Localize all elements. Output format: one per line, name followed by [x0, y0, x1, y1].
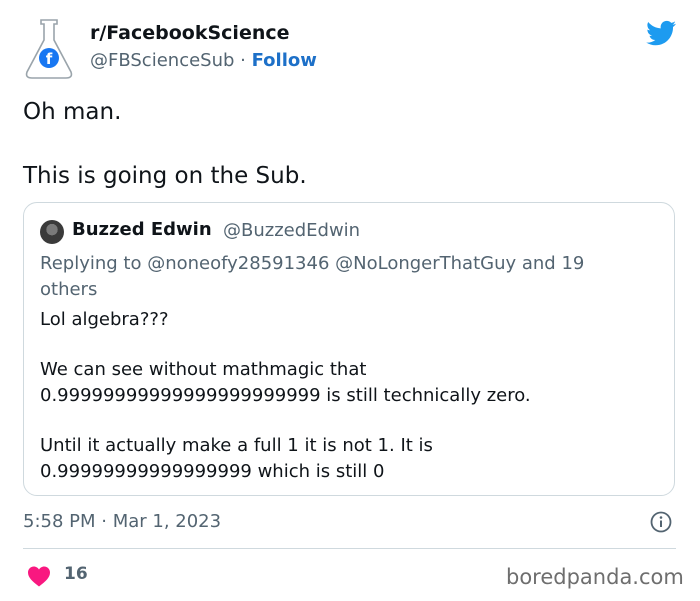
- timestamp[interactable]: 5:58 PM · Mar 1, 2023: [23, 511, 221, 532]
- quote-line: 0.99999999999999999 which is still 0: [40, 461, 385, 482]
- account-name[interactable]: r/FacebookScience: [90, 22, 290, 44]
- quoted-tweet[interactable]: Buzzed Edwin @BuzzedEdwin Replying to @n…: [23, 202, 675, 496]
- info-icon[interactable]: [650, 511, 672, 533]
- follow-button[interactable]: Follow: [252, 50, 317, 71]
- twitter-bird-icon[interactable]: [645, 18, 678, 48]
- avatar[interactable]: [40, 220, 64, 244]
- separator: ·: [234, 50, 252, 71]
- quoted-author-handle[interactable]: @BuzzedEdwin: [223, 220, 360, 241]
- tweet-line: This is going on the Sub.: [23, 163, 307, 189]
- tweet-line: Oh man.: [23, 99, 122, 125]
- account-handle-line: @FBScienceSub · Follow: [90, 50, 317, 71]
- quote-paragraph: Lol algebra???: [40, 309, 169, 330]
- divider: [23, 548, 676, 549]
- quote-paragraph: Until it actually make a full 1 it is no…: [40, 433, 660, 485]
- quoted-author-name[interactable]: Buzzed Edwin: [72, 219, 212, 240]
- quote-line: 0.99999999999999999999999 is still techn…: [40, 385, 531, 406]
- watermark: boredpanda.com: [506, 565, 684, 589]
- flask-logo-icon[interactable]: f: [21, 18, 77, 80]
- quote-line: We can see without mathmagic that: [40, 359, 367, 380]
- quote-paragraph: We can see without mathmagic that 0.99999…: [40, 357, 660, 409]
- replying-to-line: Replying to @noneofy28591346 @NoLongerTh…: [40, 253, 585, 274]
- tweet-text: Oh man. This is going on the Sub.: [23, 96, 663, 192]
- replying-to: Replying to @noneofy28591346 @NoLongerTh…: [40, 251, 650, 303]
- like-count: 16: [64, 564, 88, 584]
- heart-icon[interactable]: [27, 565, 51, 587]
- account-handle[interactable]: @FBScienceSub: [90, 50, 234, 71]
- quote-line: Until it actually make a full 1 it is no…: [40, 435, 433, 456]
- quoted-tweet-body: Lol algebra??? We can see without mathma…: [40, 307, 660, 485]
- replying-to-line: others: [40, 279, 98, 300]
- svg-text:f: f: [46, 50, 53, 68]
